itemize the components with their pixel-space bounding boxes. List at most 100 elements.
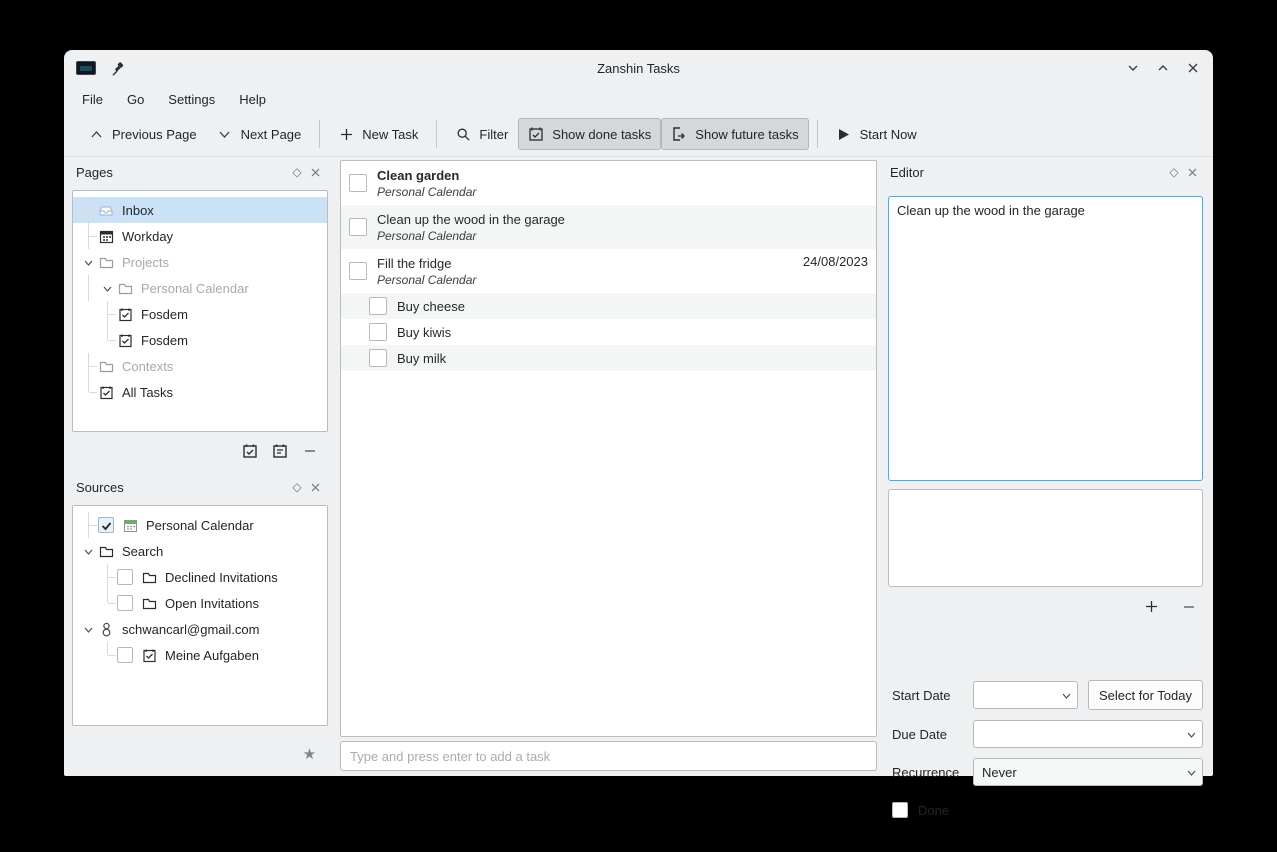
default-source-star-icon[interactable]: ★ bbox=[301, 745, 318, 762]
start-now-button[interactable]: Start Now bbox=[826, 118, 927, 150]
sources-dock-header: Sources ◇ bbox=[72, 475, 328, 499]
float-icon[interactable]: ◇ bbox=[288, 163, 306, 181]
pages-item-personal-calendar[interactable]: Personal Calendar bbox=[73, 275, 327, 301]
maximize-icon[interactable] bbox=[1155, 60, 1171, 76]
quick-add-task-input[interactable] bbox=[340, 741, 877, 771]
tree-guide bbox=[79, 564, 98, 590]
calendar-icon bbox=[98, 228, 114, 244]
pages-item-fosdem-1[interactable]: Fosdem bbox=[73, 301, 327, 327]
pages-item-contexts[interactable]: Contexts bbox=[73, 353, 327, 379]
add-attachment-icon[interactable] bbox=[1143, 598, 1160, 615]
search-icon bbox=[455, 126, 471, 142]
task-source: Personal Calendar bbox=[377, 229, 868, 243]
pages-item-inbox[interactable]: Inbox bbox=[73, 197, 327, 223]
source-item-label: Meine Aufgaben bbox=[165, 648, 259, 663]
start-date-field[interactable] bbox=[973, 681, 1078, 709]
close-icon[interactable] bbox=[1183, 163, 1201, 181]
tree-guide bbox=[79, 590, 98, 616]
source-checkbox[interactable] bbox=[117, 569, 133, 585]
source-item-search[interactable]: Search bbox=[73, 538, 327, 564]
source-item-personal-calendar[interactable]: Personal Calendar bbox=[73, 512, 327, 538]
add-project-icon[interactable] bbox=[241, 442, 258, 459]
remove-attachment-icon[interactable] bbox=[1180, 598, 1197, 615]
expander-icon[interactable] bbox=[79, 249, 98, 275]
task-checkbox[interactable] bbox=[369, 349, 387, 367]
task-checkbox[interactable] bbox=[349, 174, 367, 192]
menu-help[interactable]: Help bbox=[227, 89, 278, 110]
new-task-button[interactable]: New Task bbox=[328, 118, 428, 150]
pages-item-label: Workday bbox=[122, 229, 173, 244]
done-label: Done bbox=[918, 803, 949, 818]
inbox-icon bbox=[98, 202, 114, 218]
close-icon[interactable] bbox=[306, 478, 324, 496]
task-checkbox[interactable] bbox=[369, 323, 387, 341]
subtask-row[interactable]: Buy kiwis bbox=[341, 319, 876, 345]
expander-icon[interactable] bbox=[79, 616, 98, 642]
done-checkbox[interactable] bbox=[892, 802, 908, 818]
tree-guide bbox=[98, 564, 117, 590]
task-title: Fill the fridge bbox=[377, 256, 803, 271]
subtask-row[interactable]: Buy milk bbox=[341, 345, 876, 371]
expander-icon[interactable] bbox=[79, 538, 98, 564]
source-checkbox[interactable] bbox=[98, 517, 114, 533]
close-icon[interactable] bbox=[306, 163, 324, 181]
recurrence-label: Recurrence bbox=[892, 765, 973, 780]
source-item-label: Open Invitations bbox=[165, 596, 259, 611]
task-checkbox[interactable] bbox=[349, 218, 367, 236]
titlebar: Zanshin Tasks bbox=[64, 50, 1213, 86]
select-for-today-button[interactable]: Select for Today bbox=[1088, 680, 1203, 710]
menu-file[interactable]: File bbox=[70, 89, 115, 110]
expander-icon[interactable] bbox=[98, 275, 117, 301]
done-row: Done bbox=[892, 796, 1203, 824]
pages-item-all-tasks[interactable]: All Tasks bbox=[73, 379, 327, 405]
task-row[interactable]: Clean garden Personal Calendar bbox=[341, 161, 876, 205]
toolbar-separator bbox=[436, 120, 437, 148]
due-date-label: Due Date bbox=[892, 727, 973, 742]
subtask-row[interactable]: Buy cheese bbox=[341, 293, 876, 319]
sources-panel-toolbar: ★ bbox=[301, 745, 318, 762]
add-context-icon[interactable] bbox=[271, 442, 288, 459]
pages-item-workday[interactable]: Workday bbox=[73, 223, 327, 249]
remove-page-icon[interactable] bbox=[301, 442, 318, 459]
pages-item-projects[interactable]: Projects bbox=[73, 249, 327, 275]
source-item-gmail-account[interactable]: schwancarl@gmail.com bbox=[73, 616, 327, 642]
attachment-list[interactable] bbox=[888, 489, 1203, 587]
filter-button[interactable]: Filter bbox=[445, 118, 518, 150]
task-icon bbox=[141, 647, 157, 663]
close-icon[interactable] bbox=[1185, 60, 1201, 76]
due-date-row: Due Date bbox=[892, 720, 1203, 748]
task-checkbox[interactable] bbox=[349, 262, 367, 280]
menu-settings[interactable]: Settings bbox=[156, 89, 227, 110]
tree-guide bbox=[98, 642, 117, 668]
source-item-meine-aufgaben[interactable]: Meine Aufgaben bbox=[73, 642, 327, 668]
source-item-open-invitations[interactable]: Open Invitations bbox=[73, 590, 327, 616]
editor-dock-header: Editor ◇ bbox=[886, 160, 1205, 184]
source-checkbox[interactable] bbox=[117, 647, 133, 663]
previous-page-button[interactable]: Previous Page bbox=[78, 118, 207, 150]
float-icon[interactable]: ◇ bbox=[1165, 163, 1183, 181]
task-checkbox[interactable] bbox=[369, 297, 387, 315]
account-icon bbox=[98, 621, 114, 637]
due-date-field[interactable] bbox=[973, 720, 1203, 748]
task-row[interactable]: Clean up the wood in the garage Personal… bbox=[341, 205, 876, 249]
next-page-button[interactable]: Next Page bbox=[207, 118, 312, 150]
recurrence-select[interactable]: Never bbox=[973, 758, 1203, 786]
pages-item-fosdem-2[interactable]: Fosdem bbox=[73, 327, 327, 353]
pages-dock-header: Pages ◇ bbox=[72, 160, 328, 184]
source-item-declined-invitations[interactable]: Declined Invitations bbox=[73, 564, 327, 590]
show-done-tasks-toggle[interactable]: Show done tasks bbox=[518, 118, 661, 150]
source-checkbox[interactable] bbox=[117, 595, 133, 611]
task-text-editor[interactable]: Clean up the wood in the garage bbox=[888, 196, 1203, 481]
menu-go[interactable]: Go bbox=[115, 89, 156, 110]
pages-item-label: Fosdem bbox=[141, 333, 188, 348]
minimize-icon[interactable] bbox=[1125, 60, 1141, 76]
folder-icon bbox=[98, 358, 114, 374]
task-row[interactable]: Fill the fridge Personal Calendar 24/08/… bbox=[341, 249, 876, 293]
task-due-date: 24/08/2023 bbox=[803, 254, 868, 269]
tree-guide bbox=[79, 512, 98, 538]
source-item-label: Personal Calendar bbox=[146, 518, 254, 533]
chevron-down-icon bbox=[1180, 767, 1202, 778]
pages-item-label: All Tasks bbox=[122, 385, 173, 400]
float-icon[interactable]: ◇ bbox=[288, 478, 306, 496]
show-future-tasks-toggle[interactable]: Show future tasks bbox=[661, 118, 808, 150]
